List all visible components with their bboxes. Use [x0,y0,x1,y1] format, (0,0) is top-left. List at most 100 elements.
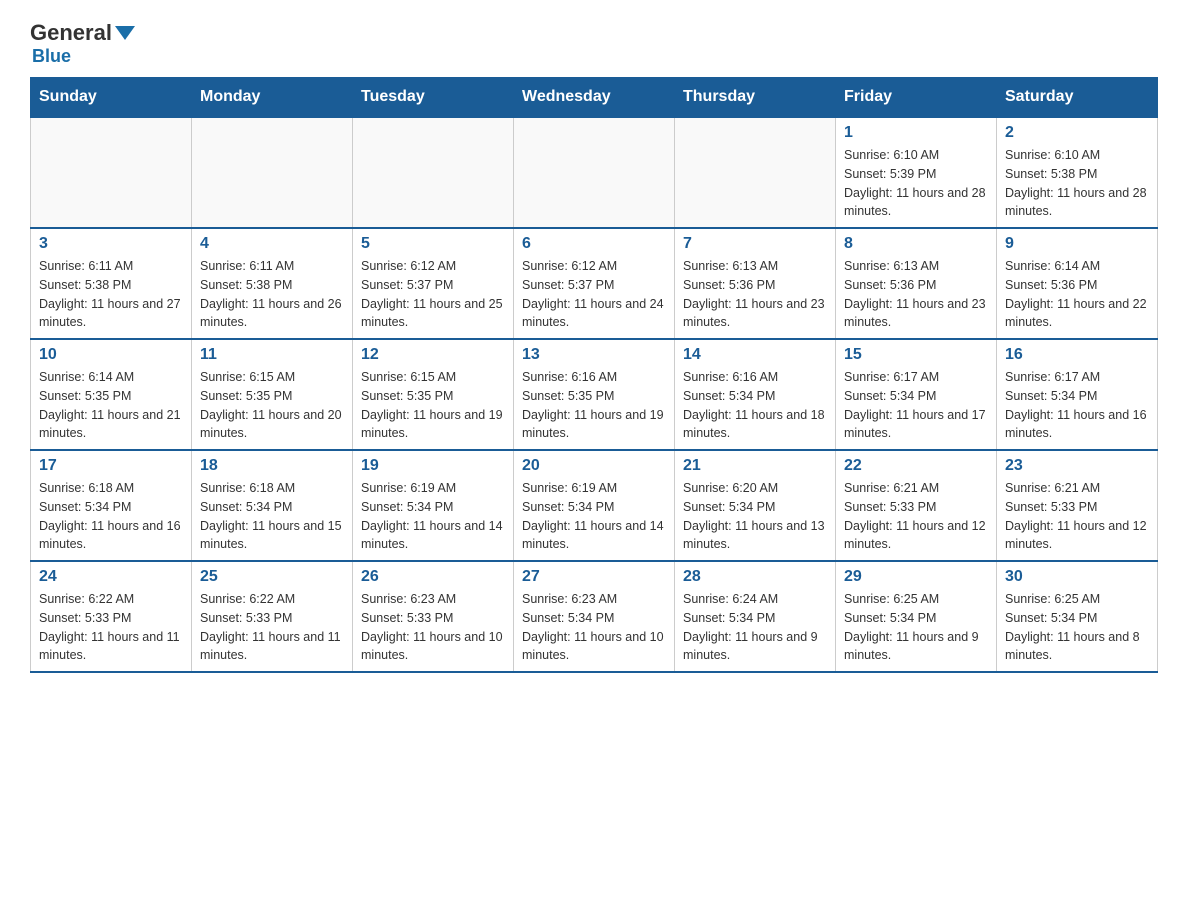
day-number: 10 [39,346,183,364]
day-number: 7 [683,235,827,253]
day-info: Sunrise: 6:19 AMSunset: 5:34 PMDaylight:… [522,479,666,554]
day-info: Sunrise: 6:18 AMSunset: 5:34 PMDaylight:… [200,479,344,554]
day-info: Sunrise: 6:21 AMSunset: 5:33 PMDaylight:… [1005,479,1149,554]
day-info: Sunrise: 6:16 AMSunset: 5:35 PMDaylight:… [522,368,666,443]
calendar-cell [31,117,192,228]
calendar-cell: 9 Sunrise: 6:14 AMSunset: 5:36 PMDaylight… [997,228,1158,339]
day-info: Sunrise: 6:17 AMSunset: 5:34 PMDaylight:… [844,368,988,443]
day-number: 4 [200,235,344,253]
day-number: 29 [844,568,988,586]
day-number: 9 [1005,235,1149,253]
logo: General Blue [30,20,138,67]
calendar-cell: 30 Sunrise: 6:25 AMSunset: 5:34 PMDayligh… [997,561,1158,672]
day-info: Sunrise: 6:11 AMSunset: 5:38 PMDaylight:… [200,257,344,332]
day-number: 14 [683,346,827,364]
day-number: 23 [1005,457,1149,475]
calendar-week-4: 17 Sunrise: 6:18 AMSunset: 5:34 PMDayligh… [31,450,1158,561]
day-number: 24 [39,568,183,586]
calendar-cell [192,117,353,228]
calendar-cell: 10 Sunrise: 6:14 AMSunset: 5:35 PMDayligh… [31,339,192,450]
calendar-cell: 21Sunrise: 6:20 AMSunset: 5:34 PMDayligh… [675,450,836,561]
calendar-cell: 20Sunrise: 6:19 AMSunset: 5:34 PMDayligh… [514,450,675,561]
weekday-header-friday: Friday [836,78,997,118]
calendar-cell: 14 Sunrise: 6:16 AMSunset: 5:34 PMDayligh… [675,339,836,450]
day-number: 25 [200,568,344,586]
day-info: Sunrise: 6:18 AMSunset: 5:34 PMDaylight:… [39,479,183,554]
calendar-cell: 25 Sunrise: 6:22 AMSunset: 5:33 PMDayligh… [192,561,353,672]
calendar-cell: 1 Sunrise: 6:10 AMSunset: 5:39 PMDaylight… [836,117,997,228]
day-info: Sunrise: 6:11 AMSunset: 5:38 PMDaylight:… [39,257,183,332]
day-number: 21 [683,457,827,475]
day-number: 12 [361,346,505,364]
calendar-week-2: 3Sunrise: 6:11 AMSunset: 5:38 PMDaylight… [31,228,1158,339]
calendar-cell: 27 Sunrise: 6:23 AMSunset: 5:34 PMDayligh… [514,561,675,672]
day-info: Sunrise: 6:10 AMSunset: 5:39 PMDaylight:… [844,146,988,221]
weekday-header-sunday: Sunday [31,78,192,118]
day-info: Sunrise: 6:23 AMSunset: 5:33 PMDaylight:… [361,590,505,665]
day-number: 27 [522,568,666,586]
day-number: 16 [1005,346,1149,364]
day-info: Sunrise: 6:19 AMSunset: 5:34 PMDaylight:… [361,479,505,554]
calendar-cell: 18 Sunrise: 6:18 AMSunset: 5:34 PMDayligh… [192,450,353,561]
weekday-header-saturday: Saturday [997,78,1158,118]
calendar-table: SundayMondayTuesdayWednesdayThursdayFrid… [30,77,1158,673]
calendar-week-5: 24 Sunrise: 6:22 AMSunset: 5:33 PMDayligh… [31,561,1158,672]
day-info: Sunrise: 6:13 AMSunset: 5:36 PMDaylight:… [844,257,988,332]
calendar-cell: 16 Sunrise: 6:17 AMSunset: 5:34 PMDayligh… [997,339,1158,450]
logo-arrow-icon [115,26,135,40]
day-info: Sunrise: 6:25 AMSunset: 5:34 PMDaylight:… [844,590,988,665]
weekday-header-wednesday: Wednesday [514,78,675,118]
day-info: Sunrise: 6:25 AMSunset: 5:34 PMDaylight:… [1005,590,1149,665]
calendar-week-3: 10 Sunrise: 6:14 AMSunset: 5:35 PMDayligh… [31,339,1158,450]
calendar-cell: 11 Sunrise: 6:15 AMSunset: 5:35 PMDayligh… [192,339,353,450]
calendar-cell: 17 Sunrise: 6:18 AMSunset: 5:34 PMDayligh… [31,450,192,561]
calendar-cell: 5Sunrise: 6:12 AMSunset: 5:37 PMDaylight… [353,228,514,339]
calendar-cell [514,117,675,228]
calendar-cell: 19Sunrise: 6:19 AMSunset: 5:34 PMDayligh… [353,450,514,561]
calendar-week-1: 1 Sunrise: 6:10 AMSunset: 5:39 PMDaylight… [31,117,1158,228]
weekday-header-monday: Monday [192,78,353,118]
day-info: Sunrise: 6:12 AMSunset: 5:37 PMDaylight:… [361,257,505,332]
calendar-cell: 3Sunrise: 6:11 AMSunset: 5:38 PMDaylight… [31,228,192,339]
day-number: 13 [522,346,666,364]
calendar-cell: 13 Sunrise: 6:16 AMSunset: 5:35 PMDayligh… [514,339,675,450]
day-number: 17 [39,457,183,475]
day-info: Sunrise: 6:24 AMSunset: 5:34 PMDaylight:… [683,590,827,665]
calendar-cell: 15 Sunrise: 6:17 AMSunset: 5:34 PMDayligh… [836,339,997,450]
day-info: Sunrise: 6:13 AMSunset: 5:36 PMDaylight:… [683,257,827,332]
day-info: Sunrise: 6:15 AMSunset: 5:35 PMDaylight:… [361,368,505,443]
day-info: Sunrise: 6:14 AMSunset: 5:36 PMDaylight:… [1005,257,1149,332]
calendar-cell [675,117,836,228]
calendar-cell: 22Sunrise: 6:21 AMSunset: 5:33 PMDayligh… [836,450,997,561]
weekday-header-tuesday: Tuesday [353,78,514,118]
day-number: 22 [844,457,988,475]
day-number: 6 [522,235,666,253]
day-number: 11 [200,346,344,364]
calendar-cell: 2Sunrise: 6:10 AMSunset: 5:38 PMDaylight… [997,117,1158,228]
day-info: Sunrise: 6:22 AMSunset: 5:33 PMDaylight:… [200,590,344,665]
day-info: Sunrise: 6:23 AMSunset: 5:34 PMDaylight:… [522,590,666,665]
page-header: General Blue [30,20,1158,67]
calendar-cell: 7 Sunrise: 6:13 AMSunset: 5:36 PMDaylight… [675,228,836,339]
day-number: 18 [200,457,344,475]
weekday-header-thursday: Thursday [675,78,836,118]
day-info: Sunrise: 6:15 AMSunset: 5:35 PMDaylight:… [200,368,344,443]
day-info: Sunrise: 6:17 AMSunset: 5:34 PMDaylight:… [1005,368,1149,443]
day-number: 28 [683,568,827,586]
day-number: 15 [844,346,988,364]
day-info: Sunrise: 6:10 AMSunset: 5:38 PMDaylight:… [1005,146,1149,221]
day-number: 26 [361,568,505,586]
day-number: 1 [844,124,988,142]
calendar-cell: 8 Sunrise: 6:13 AMSunset: 5:36 PMDaylight… [836,228,997,339]
calendar-cell: 4 Sunrise: 6:11 AMSunset: 5:38 PMDaylight… [192,228,353,339]
day-number: 30 [1005,568,1149,586]
day-info: Sunrise: 6:16 AMSunset: 5:34 PMDaylight:… [683,368,827,443]
logo-blue-text: Blue [32,46,71,66]
day-number: 8 [844,235,988,253]
day-info: Sunrise: 6:14 AMSunset: 5:35 PMDaylight:… [39,368,183,443]
calendar-cell: 28 Sunrise: 6:24 AMSunset: 5:34 PMDayligh… [675,561,836,672]
calendar-cell: 26 Sunrise: 6:23 AMSunset: 5:33 PMDayligh… [353,561,514,672]
calendar-cell: 12 Sunrise: 6:15 AMSunset: 5:35 PMDayligh… [353,339,514,450]
calendar-cell: 24Sunrise: 6:22 AMSunset: 5:33 PMDayligh… [31,561,192,672]
calendar-cell [353,117,514,228]
